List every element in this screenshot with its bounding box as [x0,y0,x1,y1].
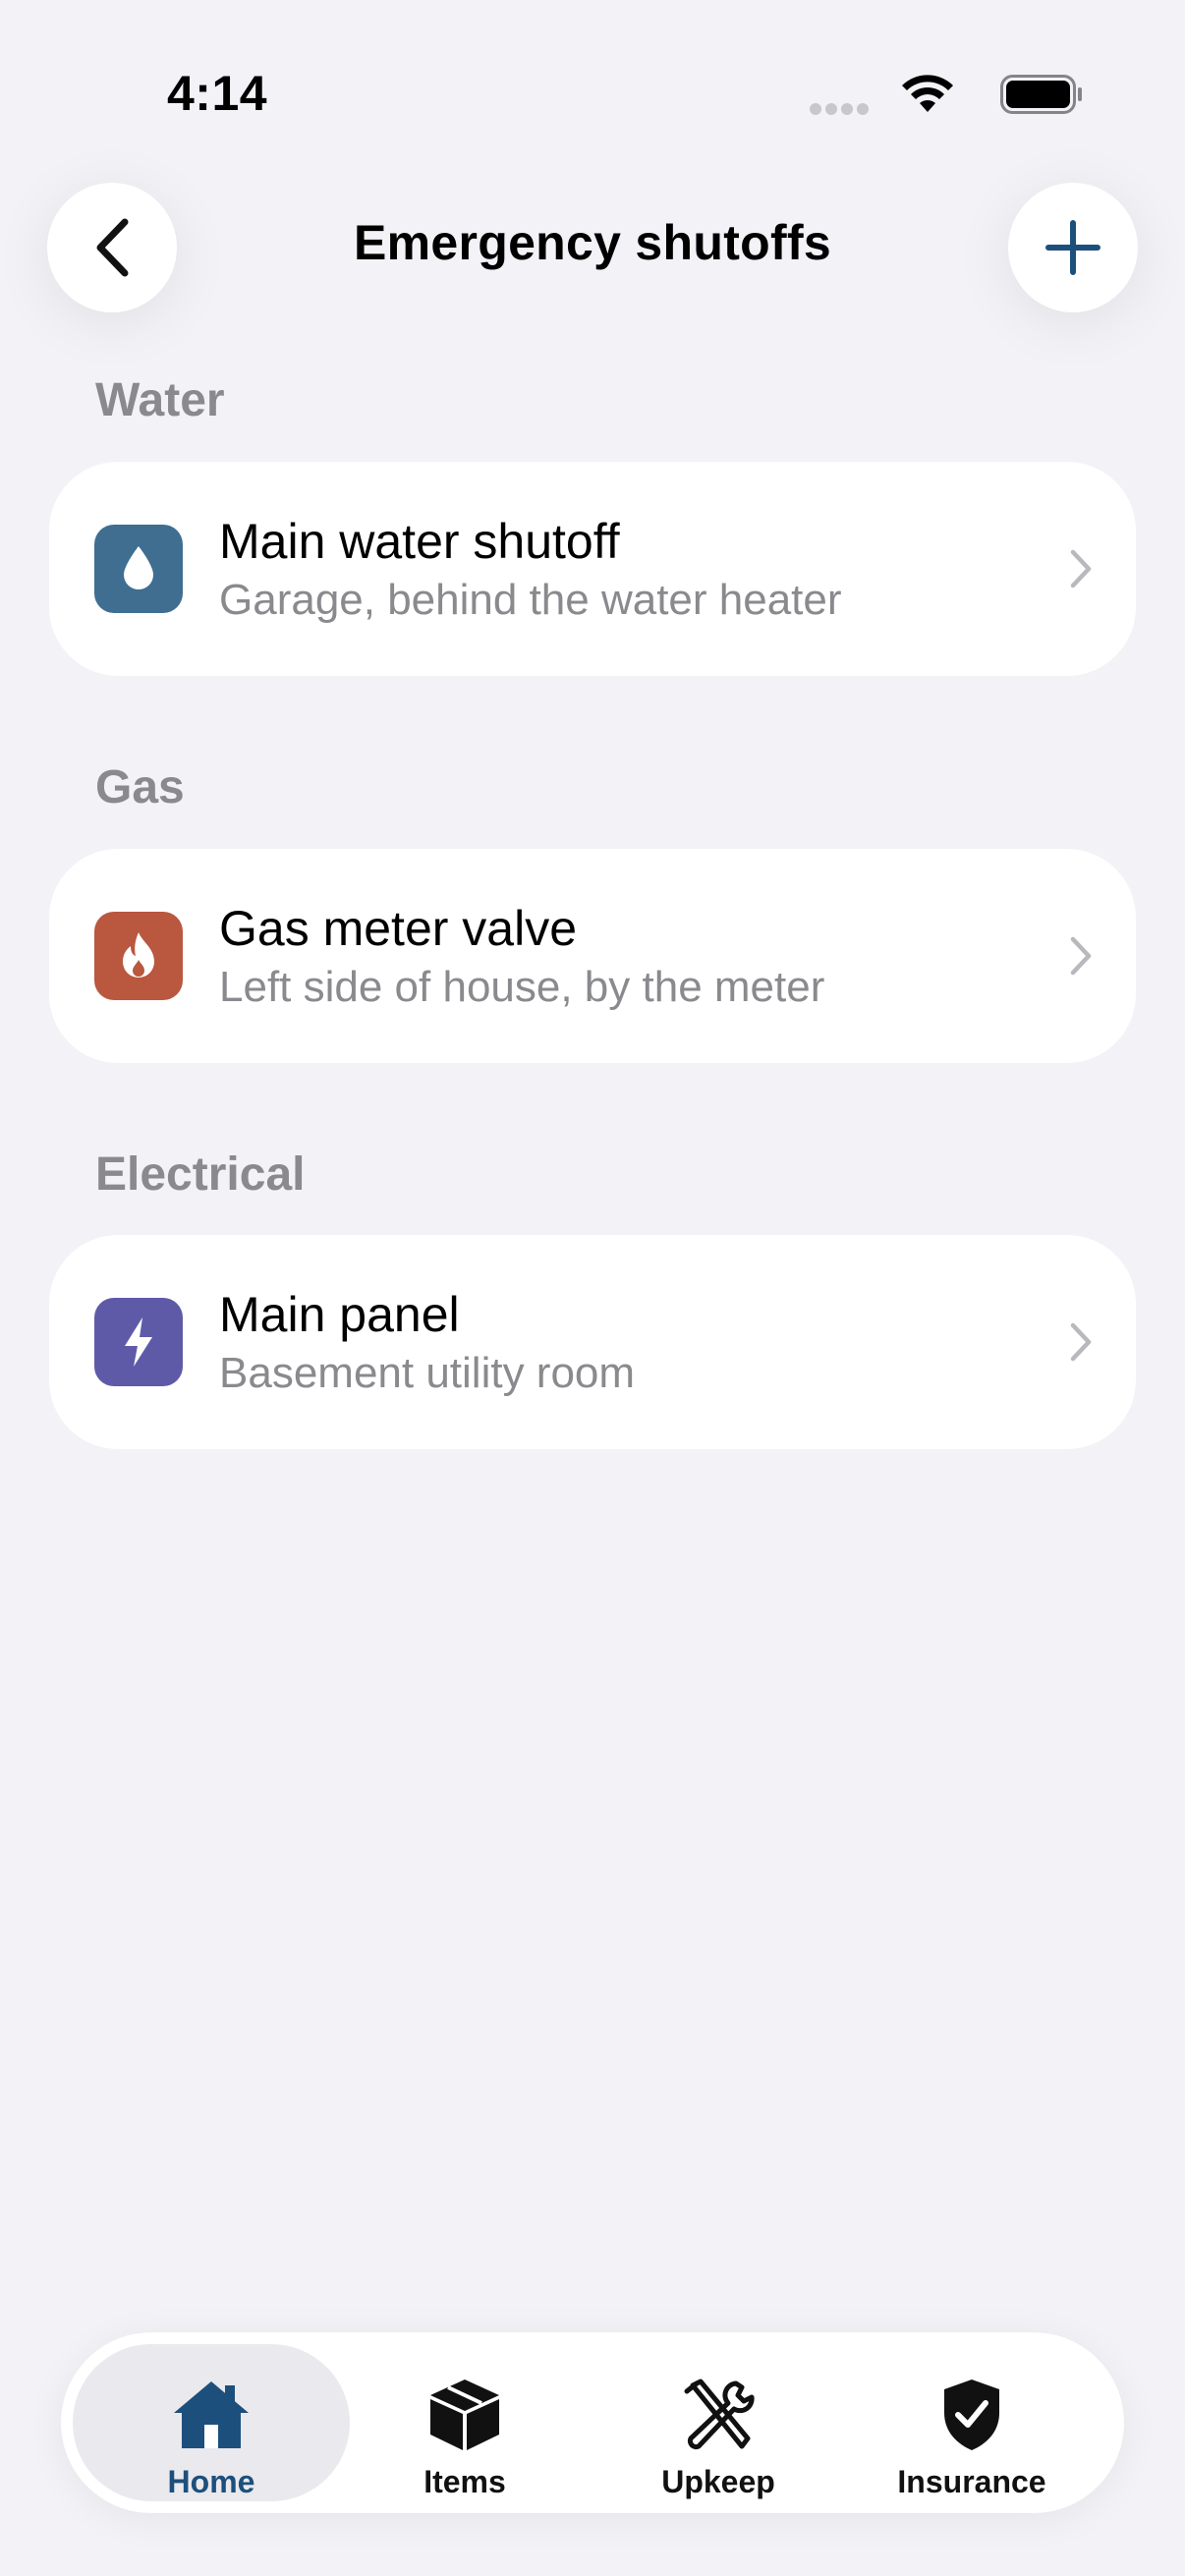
tab-label: Items [423,2464,506,2499]
box-icon [430,2380,499,2450]
wifi-icon [902,75,953,112]
shutoff-card-gas[interactable]: Gas meter valve Left side of house, by t… [49,849,1136,1063]
status-time: 4:14 [167,66,268,121]
flame-icon [94,912,183,1000]
house-icon [174,2381,249,2448]
card-title: Gas meter valve [219,901,578,956]
tab-home[interactable]: Home [73,2344,350,2501]
battery-icon [1000,75,1082,114]
card-subtitle: Left side of house, by the meter [219,963,825,1011]
cellular-signal-icon [810,103,869,115]
chevron-right-icon [1070,549,1092,588]
tab-label: Home [167,2464,255,2499]
bolt-icon [94,1298,183,1386]
shutoff-card-water[interactable]: Main water shutoff Garage, behind the wa… [49,462,1136,676]
plus-icon [1045,220,1100,275]
tab-label: Insurance [897,2464,1046,2499]
tools-icon [684,2379,755,2450]
tab-insurance[interactable]: Insurance [833,2344,1110,2501]
chevron-right-icon [1070,936,1092,976]
card-title: Main water shutoff [219,514,620,569]
tab-label: Upkeep [661,2464,775,2499]
chevron-right-icon [1070,1322,1092,1362]
tab-items[interactable]: Items [326,2344,603,2501]
card-subtitle: Garage, behind the water heater [219,576,842,624]
shield-check-icon [944,2380,999,2450]
tab-upkeep[interactable]: Upkeep [580,2344,857,2501]
tab-bar: Home Items Upkeep Insurance [61,2332,1124,2513]
water-drop-icon [94,525,183,613]
card-subtitle: Basement utility room [219,1349,636,1397]
page-title: Emergency shutoffs [353,215,832,270]
status-icons [788,71,1083,116]
section-header-electrical: Electrical [95,1148,306,1201]
card-title: Main panel [219,1287,460,1342]
shutoff-card-electrical[interactable]: Main panel Basement utility room [49,1235,1136,1449]
add-button[interactable] [1008,183,1138,312]
section-header-water: Water [95,374,225,426]
section-header-gas: Gas [95,761,185,813]
